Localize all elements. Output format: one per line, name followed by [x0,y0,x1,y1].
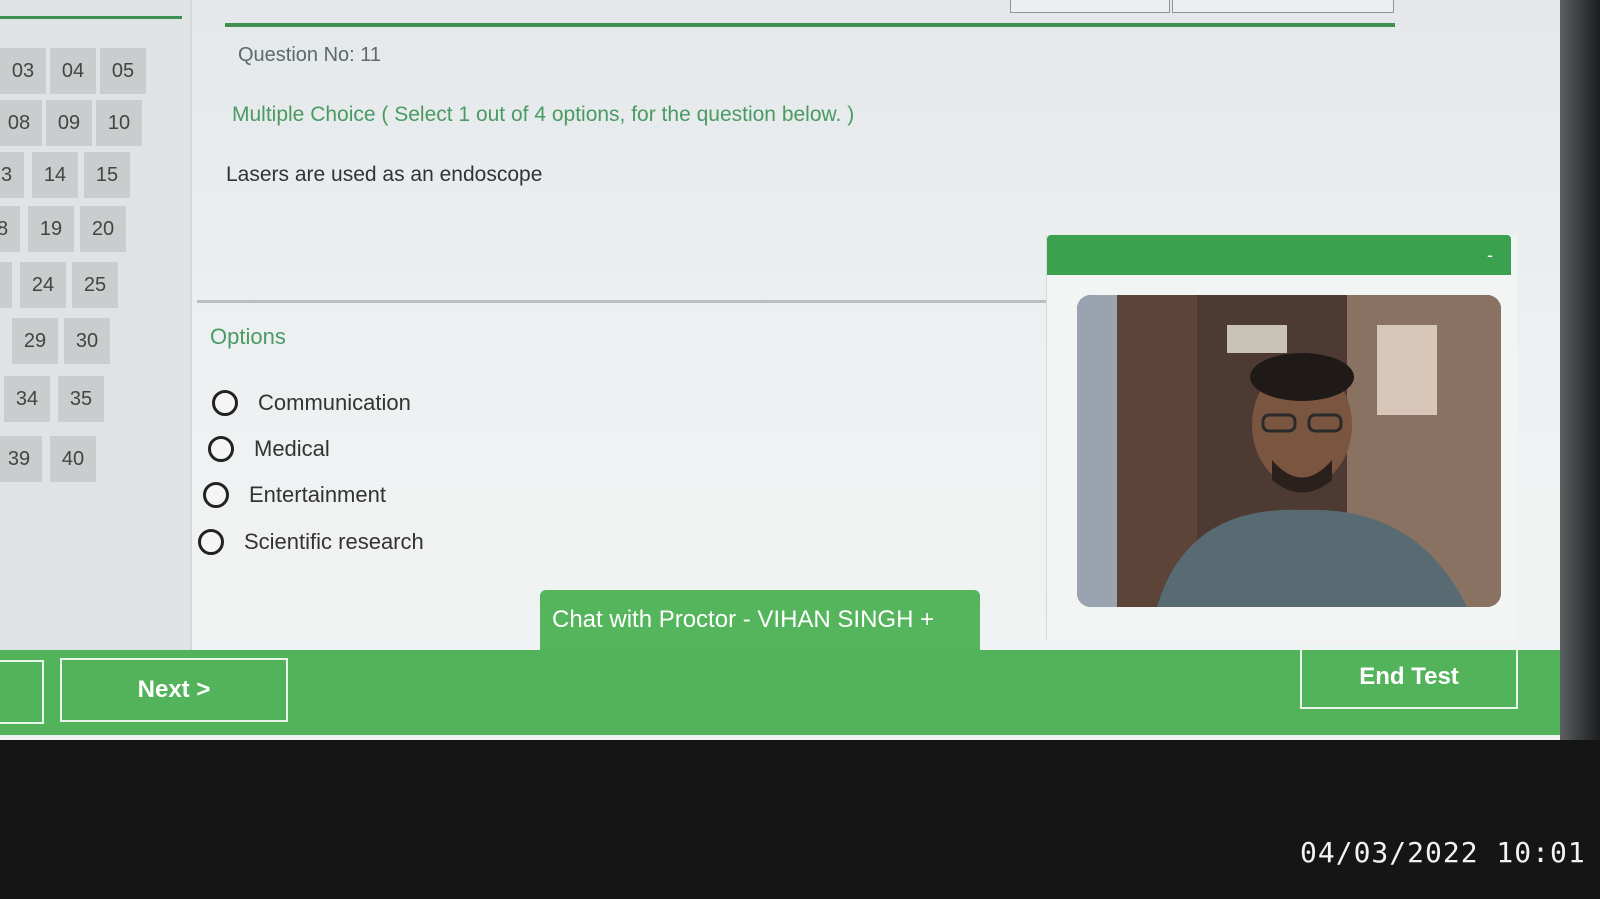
radio-button[interactable] [212,390,238,416]
question-number: Question No: 11 [238,44,382,66]
navigator-divider [0,16,182,19]
option-medical[interactable]: Medical [208,432,330,466]
header-divider [225,23,1395,27]
header-tab[interactable] [1010,0,1170,13]
option-label: Entertainment [249,482,386,507]
question-button[interactable]: 05 [100,48,146,94]
question-navigator: 03 04 05 08 09 10 13 14 15 18 19 20 23 2… [0,0,192,652]
option-communication[interactable]: Communication [212,386,411,420]
minimize-icon[interactable]: - [1487,245,1493,266]
end-test-button[interactable]: End Test [1300,645,1518,709]
question-button[interactable]: 25 [72,262,118,308]
question-button[interactable]: 18 [0,206,20,252]
question-button[interactable]: 10 [96,100,142,146]
question-button[interactable]: 20 [80,206,126,252]
question-button[interactable]: 04 [50,48,96,94]
question-button[interactable]: 30 [64,318,110,364]
question-button[interactable]: 19 [28,206,74,252]
monitor-bezel [1560,0,1600,740]
webcam-video [1077,295,1501,607]
options-heading: Options [210,324,286,349]
question-button[interactable]: 29 [12,318,58,364]
option-label: Medical [254,436,330,461]
previous-button[interactable] [0,660,44,724]
question-button[interactable]: 15 [84,152,130,198]
question-button[interactable]: 34 [4,376,50,422]
webcam-feed-image [1077,295,1501,607]
question-button[interactable]: 09 [46,100,92,146]
question-button[interactable]: 23 [0,262,12,308]
option-scientific-research[interactable]: Scientific research [198,525,424,559]
question-button[interactable]: 35 [58,376,104,422]
radio-button[interactable] [203,482,229,508]
chat-with-proctor-tab[interactable]: Chat with Proctor - VIHAN SINGH + [540,590,980,650]
question-button[interactable]: 14 [32,152,78,198]
option-label: Scientific research [244,529,424,554]
question-button[interactable]: 13 [0,152,24,198]
question-button[interactable]: 39 [0,436,42,482]
radio-button[interactable] [208,436,234,462]
question-button[interactable]: 08 [0,100,42,146]
option-entertainment[interactable]: Entertainment [203,478,386,512]
radio-button[interactable] [198,529,224,555]
question-button[interactable]: 24 [20,262,66,308]
photo-timestamp: 04/03/2022 10:01 [1300,836,1586,869]
question-button[interactable]: 40 [50,436,96,482]
question-button[interactable]: 03 [0,48,46,94]
next-button[interactable]: Next > [60,658,288,722]
webcam-header[interactable]: - [1047,235,1511,275]
webcam-panel: - [1046,235,1517,640]
header-tab[interactable] [1172,0,1394,13]
question-divider [197,300,1049,303]
option-label: Communication [258,390,411,415]
question-type: Multiple Choice ( Select 1 out of 4 opti… [232,103,855,126]
question-text: Lasers are used as an endoscope [226,163,543,186]
